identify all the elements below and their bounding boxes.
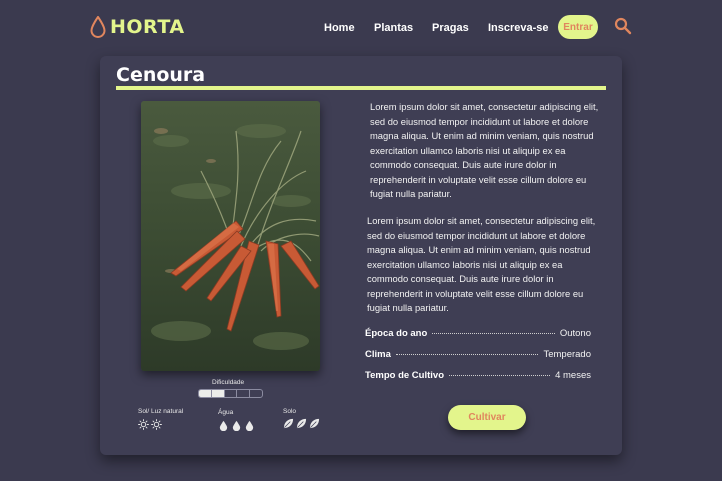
- info-row-climate: Clima Temperado: [365, 349, 591, 363]
- info-label: Clima: [365, 349, 391, 360]
- water-rating: [218, 420, 255, 431]
- soil-label: Solo: [283, 408, 297, 415]
- leader-dots: [395, 354, 539, 355]
- sun-label: Sol/ Luz natural: [138, 408, 184, 415]
- logo[interactable]: HORTA: [90, 16, 185, 38]
- info-label: Tempo de Cultivo: [365, 370, 444, 381]
- cultivate-button[interactable]: Cultivar: [448, 405, 526, 430]
- info-label: Época do ano: [365, 328, 428, 339]
- header: HORTA Home Plantas Pragas Inscreva-se En…: [0, 0, 722, 56]
- water-drop-icon: [219, 420, 228, 431]
- page-title: Cenoura: [116, 64, 206, 86]
- description-paragraph: Lorem ipsum dolor sit amet, consectetur …: [370, 101, 599, 199]
- info-row-season: Época do ano Outono: [365, 328, 591, 342]
- leaf-icon: [309, 418, 320, 429]
- difficulty-segment: [250, 390, 262, 397]
- title-underline: [116, 86, 606, 90]
- plant-photo: [141, 101, 320, 371]
- leader-dots: [449, 375, 551, 376]
- difficulty-label: Dificuldade: [212, 379, 245, 386]
- sun-rating: [138, 419, 162, 430]
- difficulty-segment: [237, 390, 251, 397]
- drop-logo-icon: [90, 16, 106, 38]
- difficulty-segment: [211, 390, 225, 397]
- leaf-icon: [283, 418, 294, 429]
- nav-inscreva-se[interactable]: Inscreva-se: [488, 22, 549, 34]
- nav-plantas[interactable]: Plantas: [374, 22, 413, 34]
- search-icon[interactable]: [614, 17, 632, 35]
- leaf-icon: [296, 418, 307, 429]
- description-paragraph: Lorem ipsum dolor sit amet, consectetur …: [367, 215, 596, 313]
- leader-dots: [432, 333, 555, 334]
- sun-icon: [151, 419, 162, 430]
- nav-home[interactable]: Home: [324, 22, 355, 34]
- difficulty-segment: [225, 390, 238, 397]
- nav-pragas[interactable]: Pragas: [432, 22, 469, 34]
- info-value: Outono: [559, 328, 591, 339]
- info-value: 4 meses: [555, 370, 591, 381]
- info-row-growing-time: Tempo de Cultivo 4 meses: [365, 370, 591, 384]
- logo-text: HORTA: [110, 16, 185, 38]
- info-value: Temperado: [543, 349, 591, 360]
- difficulty-segment: [199, 390, 212, 397]
- plant-card: Cenoura Lorem ipsum dolor sit amet, cons…: [100, 56, 622, 455]
- water-drop-icon: [232, 420, 241, 431]
- sun-icon: [138, 419, 149, 430]
- difficulty-meter: [198, 389, 263, 398]
- soil-rating: [283, 418, 320, 429]
- water-label: Água: [218, 409, 234, 416]
- water-drop-icon: [245, 420, 254, 431]
- login-button[interactable]: Entrar: [558, 15, 598, 39]
